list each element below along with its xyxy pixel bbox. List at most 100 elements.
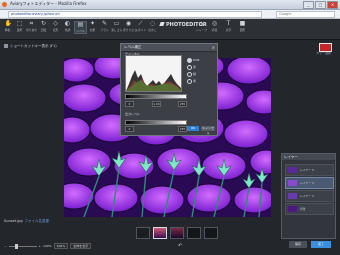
layer-item[interactable]: レイヤー 3 — [285, 190, 334, 202]
radio-green[interactable] — [187, 72, 192, 77]
photo-editor-app: ✋ 移動 ⬚ 選択 ⌗ 切り抜き ↻ 回転 ◇ 変形 ◐ 色調 ▤ レベル ✦ 効果 ✎ ブラシ … — [0, 19, 340, 255]
zoom-in-icon[interactable]: + — [39, 244, 42, 248]
fill-icon: ◉ — [125, 20, 132, 27]
tool-levels[interactable]: ▤ レベル — [74, 21, 87, 34]
layer-item[interactable]: 背景 — [285, 203, 334, 215]
rotate-icon: ↻ — [40, 20, 47, 27]
tool-color[interactable]: ◐ 色調 — [62, 20, 73, 33]
history-thumb[interactable] — [204, 227, 218, 239]
tool-select[interactable]: ⬚ 選択 — [14, 20, 25, 33]
zoom-out-icon[interactable]: − — [4, 244, 7, 248]
select-icon: ⬚ — [16, 20, 23, 27]
zoom-slider[interactable] — [8, 243, 37, 249]
tool-brush[interactable]: ✎ ブラシ — [99, 20, 110, 33]
color-icon: ◐ — [64, 20, 71, 27]
output-white[interactable]: 255 — [178, 126, 187, 132]
output-black[interactable]: 0 — [125, 126, 134, 132]
history-thumb[interactable] — [153, 227, 167, 239]
undo-icon[interactable]: ↶ — [178, 243, 182, 249]
history-thumb[interactable] — [136, 227, 150, 239]
layer-item[interactable]: レイヤー 4 — [285, 177, 334, 189]
levels-icon: ▤ — [77, 21, 84, 28]
input-gamma[interactable]: 1.00 — [152, 101, 161, 107]
output-label: 出力レベル — [125, 112, 141, 116]
tool-blur[interactable]: ◌ ぼかし — [147, 20, 158, 33]
tool-fill[interactable]: ◉ 塗りつぶし — [123, 20, 137, 33]
shape-icon: ■ — [239, 20, 246, 27]
eyedropper-icon: ⟋ — [138, 20, 143, 27]
eraser-icon: ▭ — [113, 20, 120, 27]
history-thumb[interactable] — [187, 227, 201, 239]
window-controls: _ □ × — [303, 1, 338, 9]
crop-icon: ⌗ — [29, 20, 34, 27]
radio-rgb[interactable] — [187, 58, 192, 63]
input-black[interactable]: 0 — [125, 101, 134, 107]
firefox-icon — [2, 2, 7, 7]
history-thumb[interactable] — [170, 227, 184, 239]
keyboard-icon — [4, 44, 8, 48]
zoom-slider-knob[interactable] — [14, 243, 18, 249]
maximize-button[interactable]: □ — [315, 1, 326, 9]
layers-panel-title: レイヤー — [282, 154, 335, 160]
brush-icon: ✎ — [101, 20, 108, 27]
levels-dialog: レベル補正 × チャンネル RGB 赤 緑 青 0 1.00 255 出力レベル… — [120, 43, 218, 136]
color-select-label: カラー選択 — [316, 51, 332, 55]
tool-eyedropper[interactable]: ⟋ スポイト — [135, 20, 146, 33]
redeye-icon: ◎ — [211, 20, 218, 27]
text-icon: T — [226, 20, 231, 27]
option-green: 緑 — [193, 72, 197, 76]
cancel-button[interactable]: キャンセル — [201, 126, 215, 135]
input-white[interactable]: 255 — [178, 101, 187, 107]
option-red: 赤 — [193, 65, 197, 69]
window-title: Aviaryフォトエディター - Mozilla Firefox — [10, 1, 87, 6]
save-button[interactable]: 保存 — [289, 241, 307, 248]
input-level-slider[interactable] — [125, 94, 187, 99]
histogram-graph — [126, 70, 181, 91]
layer-item[interactable]: レイヤー 5 — [285, 164, 334, 176]
tool-crop[interactable]: ⌗ 切り抜き — [26, 20, 37, 33]
option-blue: 青 — [193, 79, 197, 83]
levels-dialog-header[interactable]: レベル補正 × — [121, 44, 217, 52]
file-name: Sunset.jpg ファイル名変更 — [4, 219, 50, 223]
url-input[interactable]: photoeditor.aviary.jp/launch — [8, 11, 262, 18]
tool-eraser[interactable]: ▭ 消しゴム — [111, 20, 122, 33]
search-input[interactable]: Google — [276, 11, 335, 18]
close-icon[interactable]: × — [212, 45, 215, 50]
history-thumbnails — [136, 227, 218, 239]
option-rgb: RGB — [193, 58, 200, 62]
tool-rotate[interactable]: ↻ 回転 — [38, 20, 49, 33]
tool-effects[interactable]: ✦ 効果 — [87, 20, 98, 33]
tool-move[interactable]: ✋ 移動 — [2, 20, 13, 33]
window-titlebar: Aviaryフォトエディター - Mozilla Firefox _ □ × — [0, 0, 340, 10]
layer-thumbnail — [288, 193, 297, 199]
zoom-controls: − + 100% 100% 全体を表示 — [4, 243, 92, 249]
bottom-bar: Sunset.jpg ファイル名変更 − + 100% 100% 全体を表示 ↶ … — [0, 217, 340, 255]
effects-icon: ✦ — [89, 20, 96, 27]
shortcut-hint[interactable]: ショートカットキー表示 (F1) — [4, 44, 57, 49]
zoom-value: 100% — [43, 244, 52, 248]
radio-red[interactable] — [187, 65, 192, 70]
tool-bar: ✋ 移動 ⬚ 選択 ⌗ 切り抜き ↻ 回転 ◇ 変形 ◐ 色調 ▤ レベル ✦ 効果 ✎ ブラシ … — [0, 19, 340, 40]
radio-blue[interactable] — [187, 79, 192, 84]
address-bar: photoeditor.aviary.jp/launch Google — [0, 10, 340, 19]
tool-redeye[interactable]: ◎ 赤目 — [209, 20, 220, 33]
tool-text[interactable]: T 文字 — [223, 20, 234, 33]
minimize-button[interactable]: _ — [303, 1, 314, 9]
ok-button[interactable]: OK — [187, 126, 199, 131]
transform-icon: ◇ — [53, 20, 58, 27]
rename-link[interactable]: ファイル名変更 — [25, 219, 50, 223]
tool-transform[interactable]: ◇ 変形 — [50, 20, 61, 33]
layer-thumbnail — [288, 180, 297, 186]
done-button[interactable]: 完了 — [311, 241, 331, 248]
app-logo: PHOTOEDITOR — [159, 22, 207, 28]
blur-icon: ◌ — [149, 20, 156, 27]
levels-dialog-title: レベル補正 — [124, 45, 142, 49]
close-button[interactable]: × — [327, 1, 338, 9]
hand-icon: ✋ — [4, 20, 12, 27]
zoom-100-button[interactable]: 100% — [53, 243, 69, 249]
output-level-slider[interactable] — [125, 120, 187, 125]
tool-shape[interactable]: ■ 図形 — [237, 20, 248, 33]
fit-view-button[interactable]: 全体を表示 — [70, 243, 92, 249]
logo-icon — [159, 22, 165, 26]
histogram — [125, 55, 182, 92]
